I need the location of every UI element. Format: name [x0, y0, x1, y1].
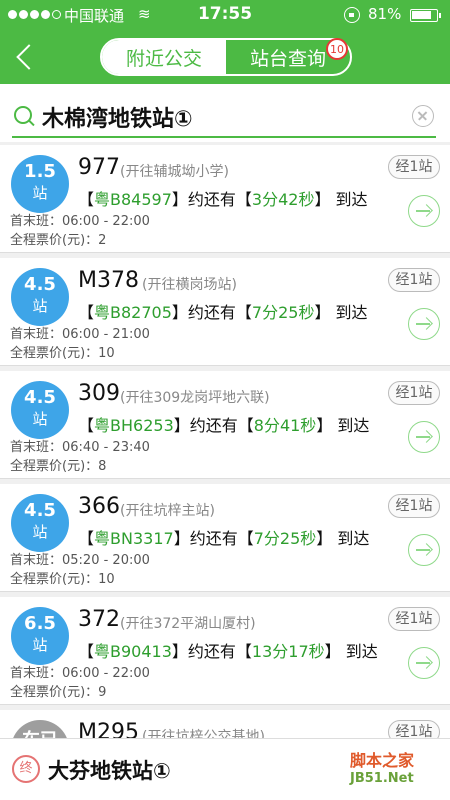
fare-info: 全程票价(元)：10	[10, 346, 115, 361]
service-hours: 首末班：06:00 - 21:00	[10, 327, 150, 342]
stops-away-unit: 站	[32, 410, 48, 428]
fare-info: 全程票价(元)：2	[10, 233, 107, 248]
route-direction: (开往横岗场站)	[142, 277, 237, 293]
stops-away-count: 4.5	[24, 274, 56, 295]
stops-away-badge: 4.5 站	[11, 494, 69, 552]
stops-away-unit: 站	[32, 636, 48, 654]
eta-connector: 】约还有【	[171, 642, 252, 661]
watermark-line-1: 脚本之家	[350, 751, 415, 770]
eta-bracket-open: 【	[78, 416, 95, 435]
fare-info: 全程票价(元)：10	[10, 572, 115, 587]
tab-nearby-bus[interactable]: 附近公交	[102, 40, 226, 74]
plate-number: 粤B84597	[94, 190, 172, 209]
eta-bracket-open: 【	[78, 190, 95, 209]
eta-arrive: 】 到达	[324, 642, 378, 661]
stops-away-badge: 6.5 站	[11, 607, 69, 665]
app-header: 中国联通 ≋ 17:55 81% 附近公交 站台查询 10	[0, 0, 450, 84]
eta-time: 13分17秒	[251, 642, 325, 661]
fare-info: 全程票价(元)：8	[10, 459, 107, 474]
clear-search-icon[interactable]	[412, 105, 434, 127]
route-number: 977	[78, 155, 120, 180]
battery-percentage: 81%	[368, 5, 402, 23]
arrival-info: 【粤B84597】约还有【3分42秒】 到达	[78, 186, 368, 210]
eta-arrive: 】 到达	[314, 303, 368, 322]
route-number: M378	[78, 268, 139, 293]
arrow-right-circle-icon[interactable]	[408, 308, 440, 340]
arrival-info: 【粤B90413】约还有【13分17秒】 到达	[78, 638, 378, 662]
search-icon	[14, 106, 32, 124]
plate-number: 粤B82705	[94, 303, 172, 322]
eta-arrive: 】 到达	[314, 190, 368, 209]
route-direction: (开往309龙岗坪地六联)	[120, 390, 270, 406]
eta-arrive: 】 到达	[316, 529, 370, 548]
eta-time: 7分25秒	[251, 303, 315, 322]
route-direction: (开往坑梓主站)	[120, 503, 215, 519]
stops-away-unit: 站	[32, 523, 48, 541]
stops-away-count: 1.5	[24, 161, 56, 182]
search-underline	[12, 136, 436, 138]
stops-away-count: 4.5	[24, 387, 56, 408]
arrow-right-circle-icon[interactable]	[408, 534, 440, 566]
battery-icon	[410, 9, 441, 22]
route-direction: (开往372平湖山厦村)	[120, 616, 256, 632]
arrow-right-circle-icon[interactable]	[408, 195, 440, 227]
rotation-lock-icon	[344, 7, 360, 23]
eta-bracket-open: 【	[78, 303, 95, 322]
via-stops-badge[interactable]: 经1站	[388, 381, 440, 405]
route-direction: (开往辅城坳小学)	[120, 164, 229, 180]
stops-away-count: 4.5	[24, 500, 56, 521]
eta-arrive: 】 到达	[316, 416, 370, 435]
route-card[interactable]: 1.5 站 977 (开往辅城坳小学) 【粤B84597】约还有【3分42秒】 到达首末…	[0, 145, 450, 253]
eta-bracket-open: 【	[78, 642, 95, 661]
route-card[interactable]: 4.5 站 309 (开往309龙岗坪地六联) 【粤BH6253】约还有【8分41秒】 …	[0, 371, 450, 479]
stops-away-badge: 4.5 站	[11, 268, 69, 326]
back-button[interactable]	[12, 40, 42, 76]
route-number: 372	[78, 607, 120, 632]
plate-number: 粤B90413	[94, 642, 172, 661]
eta-connector: 】约还有【	[171, 303, 252, 322]
view-switcher: 附近公交 站台查询 10	[100, 38, 352, 76]
eta-connector: 】约还有【	[173, 416, 254, 435]
arrow-right-circle-icon[interactable]	[408, 647, 440, 679]
stops-away-count: 6.5	[24, 613, 56, 634]
route-card[interactable]: 6.5 站 372 (开往372平湖山厦村) 【粤B90413】约还有【13分17秒】 …	[0, 597, 450, 705]
via-stops-badge[interactable]: 经1站	[388, 494, 440, 518]
destination-name: 大芬地铁站①	[48, 759, 171, 783]
eta-connector: 】约还有【	[173, 529, 254, 548]
stops-away-unit: 站	[32, 184, 48, 202]
arrow-right-circle-icon[interactable]	[408, 421, 440, 453]
eta-time: 3分42秒	[251, 190, 315, 209]
via-stops-badge[interactable]: 经1站	[388, 268, 440, 292]
eta-bracket-open: 【	[78, 529, 95, 548]
plate-number: 粤BN3317	[94, 529, 174, 548]
plate-number: 粤BH6253	[94, 416, 174, 435]
arrival-info: 【粤BH6253】约还有【8分41秒】 到达	[78, 412, 369, 436]
via-stops-badge[interactable]: 经1站	[388, 607, 440, 631]
via-stops-badge[interactable]: 经1站	[388, 155, 440, 179]
service-hours: 首末班：05:20 - 20:00	[10, 553, 150, 568]
service-hours: 首末班：06:40 - 23:40	[10, 440, 150, 455]
stops-away-badge: 4.5 站	[11, 381, 69, 439]
eta-time: 8分41秒	[253, 416, 317, 435]
site-watermark: 脚本之家 JB51.Net	[350, 752, 414, 788]
route-card[interactable]: 4.5 站 366 (开往坑梓主站) 【粤BN3317】约还有【7分25秒】 到达首末班…	[0, 484, 450, 592]
arrival-info: 【粤B82705】约还有【7分25秒】 到达	[78, 299, 368, 323]
notification-badge: 10	[326, 38, 348, 60]
stops-away-unit: 站	[32, 297, 48, 315]
eta-connector: 】约还有【	[171, 190, 252, 209]
route-card[interactable]: 4.5 站 M378 (开往横岗场站) 【粤B82705】约还有【7分25秒】 到达首末…	[0, 258, 450, 366]
fare-info: 全程票价(元)：9	[10, 685, 107, 700]
stops-away-badge: 1.5 站	[11, 155, 69, 213]
status-bar: 中国联通 ≋ 17:55 81%	[0, 0, 450, 30]
watermark-line-2: JB51.Net	[350, 771, 414, 786]
arrival-info: 【粤BN3317】约还有【7分25秒】 到达	[78, 525, 369, 549]
route-number: 309	[78, 381, 120, 406]
service-hours: 首末班：06:00 - 22:00	[10, 666, 150, 681]
search-input[interactable]: 木棉湾地铁站①	[42, 101, 193, 133]
service-hours: 首末班：06:00 - 22:00	[10, 214, 150, 229]
route-number: 366	[78, 494, 120, 519]
eta-time: 7分25秒	[253, 529, 317, 548]
search-bar: 木棉湾地铁站①	[0, 84, 450, 142]
terminal-stop-icon: 终	[12, 755, 40, 783]
